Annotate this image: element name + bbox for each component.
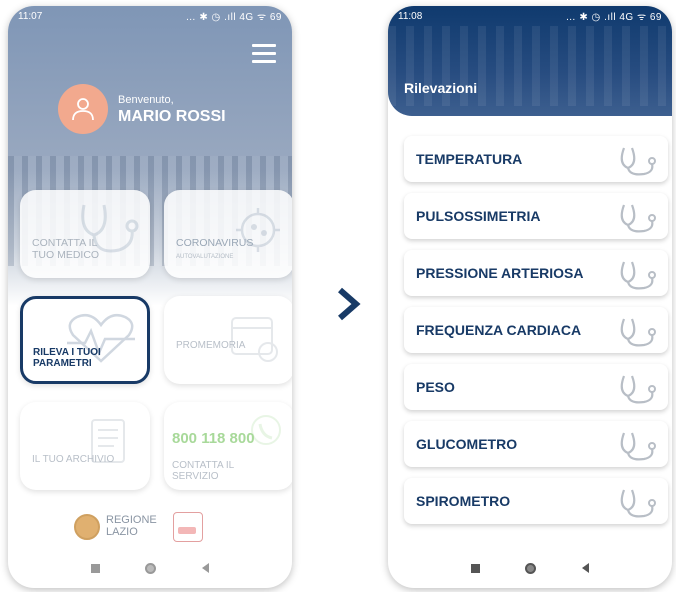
status-icons: … ✱ ◷ .ıll 4G ᯤ 69: [565, 12, 662, 23]
archive-label: IL TUO ARCHIVIO: [32, 454, 115, 465]
square-icon[interactable]: [90, 563, 100, 573]
stethoscope-icon: [620, 318, 656, 347]
list-item-label: PRESSIONE ARTERIOSA: [416, 265, 584, 281]
phone-home-screen: 11:07 … ✱ ◷ .ıll 4G ᯤ 69 Benvenuto, MARI…: [8, 6, 292, 588]
stethoscope-icon: [620, 489, 656, 518]
reminder-label: PROMEMORIA: [176, 340, 246, 351]
virus-icon: [236, 208, 280, 252]
regione-lazio-logo: REGIONE LAZIO: [74, 514, 157, 540]
reminder-tile[interactable]: PROMEMORIA: [164, 296, 292, 384]
service-contact-label: CONTATTA IL SERVIZIO: [172, 460, 235, 482]
welcome-greeting: Benvenuto,: [118, 94, 174, 106]
status-icons: … ✱ ◷ .ıll 4G ᯤ 69: [185, 12, 282, 23]
stethoscope-icon: [620, 147, 656, 176]
phone-measurements-screen: Rilevazioni 11:08 … ✱ ◷ .ıll 4G ᯤ 69 TEM…: [388, 6, 672, 588]
status-bar: 11:07 … ✱ ◷ .ıll 4G ᯤ 69: [8, 6, 292, 26]
circle-icon[interactable]: [145, 562, 157, 574]
circle-icon[interactable]: [525, 562, 537, 574]
list-item-label: GLUCOMETRO: [416, 436, 518, 452]
calendar-icon: [231, 317, 278, 362]
coronavirus-label: CORONAVIRUS: [176, 237, 254, 249]
coronavirus-tile[interactable]: CORONAVIRUS AUTOVALUTAZIONE: [164, 190, 292, 278]
page-title: Rilevazioni: [404, 80, 478, 96]
measure-parameters-tile[interactable]: RILEVA I TUOI PARAMETRI: [20, 296, 150, 384]
list-item-label: SPIROMETRO: [416, 493, 511, 509]
nav-bar: [388, 548, 672, 588]
avatar[interactable]: [58, 84, 108, 134]
list-item-label: TEMPERATURA: [416, 151, 523, 167]
status-time: 11:07: [18, 10, 43, 22]
list-item-label: PULSOSSIMETRIA: [416, 208, 541, 224]
stethoscope-icon: [620, 375, 656, 404]
status-time: 11:08: [398, 10, 423, 22]
measure-parameters-label: RILEVA I TUOI PARAMETRI: [33, 347, 101, 369]
list-item-pressione-arteriosa[interactable]: PRESSIONE ARTERIOSA: [404, 250, 668, 296]
stethoscope-icon: [620, 204, 656, 233]
stethoscope-icon: [620, 261, 656, 290]
nav-bar: [8, 548, 292, 588]
lazio-doctor-logo: [172, 512, 203, 542]
square-icon[interactable]: [470, 563, 480, 573]
contact-doctor-tile[interactable]: CONTATTA IL TUO MEDICO: [20, 190, 150, 278]
user-icon: [72, 98, 94, 121]
list-item-pulsossimetria[interactable]: PULSOSSIMETRIA: [404, 193, 668, 239]
list-item-glucometro[interactable]: GLUCOMETRO: [404, 421, 668, 467]
service-contact-tile[interactable]: 800 118 800 CONTATTA IL SERVIZIO: [164, 402, 292, 490]
list-item-peso[interactable]: PESO: [404, 364, 668, 410]
service-phone-number[interactable]: 800 118 800: [172, 430, 255, 447]
list-item-temperatura[interactable]: TEMPERATURA: [404, 136, 668, 182]
back-icon[interactable]: [582, 563, 590, 573]
stethoscope-icon: [620, 432, 656, 461]
status-bar: 11:08 … ✱ ◷ .ıll 4G ᯤ 69: [388, 6, 672, 26]
coronavirus-sublabel: AUTOVALUTAZIONE: [176, 254, 234, 260]
user-name: MARIO ROSSI: [118, 108, 226, 125]
hamburger-icon[interactable]: [252, 44, 276, 64]
back-icon[interactable]: [202, 563, 210, 573]
footer-logos: REGIONE LAZIO: [74, 512, 203, 542]
list-item-spirometro[interactable]: SPIROMETRO: [404, 478, 668, 524]
chevron-right-icon: [338, 287, 361, 321]
list-item-label: PESO: [416, 379, 455, 395]
list-item-frequenza-cardiaca[interactable]: FREQUENZA CARDIACA: [404, 307, 668, 353]
welcome-block: Benvenuto, MARIO ROSSI: [118, 94, 226, 126]
archive-tile[interactable]: IL TUO ARCHIVIO: [20, 402, 150, 490]
contact-doctor-label: CONTATTA IL TUO MEDICO: [32, 237, 100, 261]
regione-lazio-text: REGIONE LAZIO: [106, 514, 157, 538]
list-item-label: FREQUENZA CARDIACA: [416, 322, 582, 338]
